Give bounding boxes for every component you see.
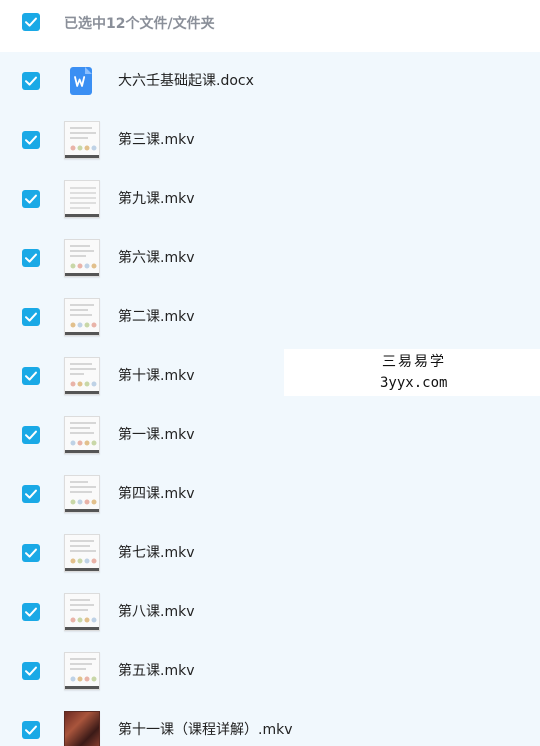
file-checkbox[interactable] [22,190,40,208]
checkmark-icon [25,17,37,27]
video-thumbnail [64,534,100,572]
file-row[interactable]: 第七课.mkv [0,524,540,583]
video-thumbnail [64,357,100,395]
file-checkbox[interactable] [22,721,40,739]
select-all-checkbox[interactable] [22,13,40,31]
file-row[interactable]: 第三课.mkv [0,111,540,170]
checkmark-icon [25,253,37,263]
file-name[interactable]: 第十一课（课程详解）.mkv [118,721,292,739]
file-checkbox[interactable] [22,72,40,90]
checkmark-icon [25,725,37,735]
file-name[interactable]: 第一课.mkv [118,426,194,444]
file-list: 大六壬基础起课.docx 第三课.mkv 第九课.mkv 第六课.mkv 第二课… [0,52,540,746]
file-row[interactable]: 第五课.mkv [0,642,540,701]
file-name[interactable]: 第十课.mkv [118,367,194,385]
video-thumbnail [64,239,100,277]
checkmark-icon [25,371,37,381]
selection-count-label: 已选中12个文件/文件夹 [64,16,215,32]
selection-header: 已选中12个文件/文件夹 [0,0,540,50]
file-name[interactable]: 第五课.mkv [118,662,194,680]
file-checkbox[interactable] [22,485,40,503]
file-name[interactable]: 第八课.mkv [118,603,194,621]
file-name[interactable]: 第六课.mkv [118,249,194,267]
file-row[interactable]: 第二课.mkv [0,288,540,347]
file-row[interactable]: 第六课.mkv [0,229,540,288]
checkmark-icon [25,76,37,86]
checkmark-icon [25,548,37,558]
checkmark-icon [25,312,37,322]
file-checkbox[interactable] [22,308,40,326]
video-thumbnail [64,298,100,336]
file-checkbox[interactable] [22,249,40,267]
video-thumbnail [64,475,100,513]
video-thumbnail [64,416,100,454]
file-checkbox[interactable] [22,426,40,444]
file-name[interactable]: 第九课.mkv [118,190,194,208]
checkmark-icon [25,430,37,440]
file-name[interactable]: 第三课.mkv [118,131,194,149]
watermark-url: 3yyx.com [380,375,448,391]
checkmark-icon [25,194,37,204]
file-row[interactable]: 第八课.mkv [0,583,540,642]
video-thumbnail [64,593,100,631]
file-checkbox[interactable] [22,603,40,621]
watermark-overlay: 三易易学 3yyx.com [284,349,540,396]
word-doc-icon [70,67,92,95]
file-checkbox[interactable] [22,131,40,149]
file-name[interactable]: 第七课.mkv [118,544,194,562]
video-thumbnail [64,652,100,690]
checkmark-icon [25,607,37,617]
video-thumbnail [64,121,100,159]
file-name[interactable]: 第四课.mkv [118,485,194,503]
file-row[interactable]: 大六壬基础起课.docx [0,52,540,111]
file-checkbox[interactable] [22,544,40,562]
file-row[interactable]: 第九课.mkv [0,170,540,229]
file-name[interactable]: 大六壬基础起课.docx [118,72,254,90]
file-name[interactable]: 第二课.mkv [118,308,194,326]
checkmark-icon [25,135,37,145]
file-row[interactable]: 第十一课（课程详解）.mkv [0,701,540,746]
video-thumbnail [64,180,100,218]
file-checkbox[interactable] [22,367,40,385]
file-row[interactable]: 第四课.mkv [0,465,540,524]
checkmark-icon [25,489,37,499]
checkmark-icon [25,666,37,676]
video-thumbnail [64,711,100,746]
file-checkbox[interactable] [22,662,40,680]
file-row[interactable]: 第一课.mkv [0,406,540,465]
watermark-title: 三易易学 [382,354,446,370]
